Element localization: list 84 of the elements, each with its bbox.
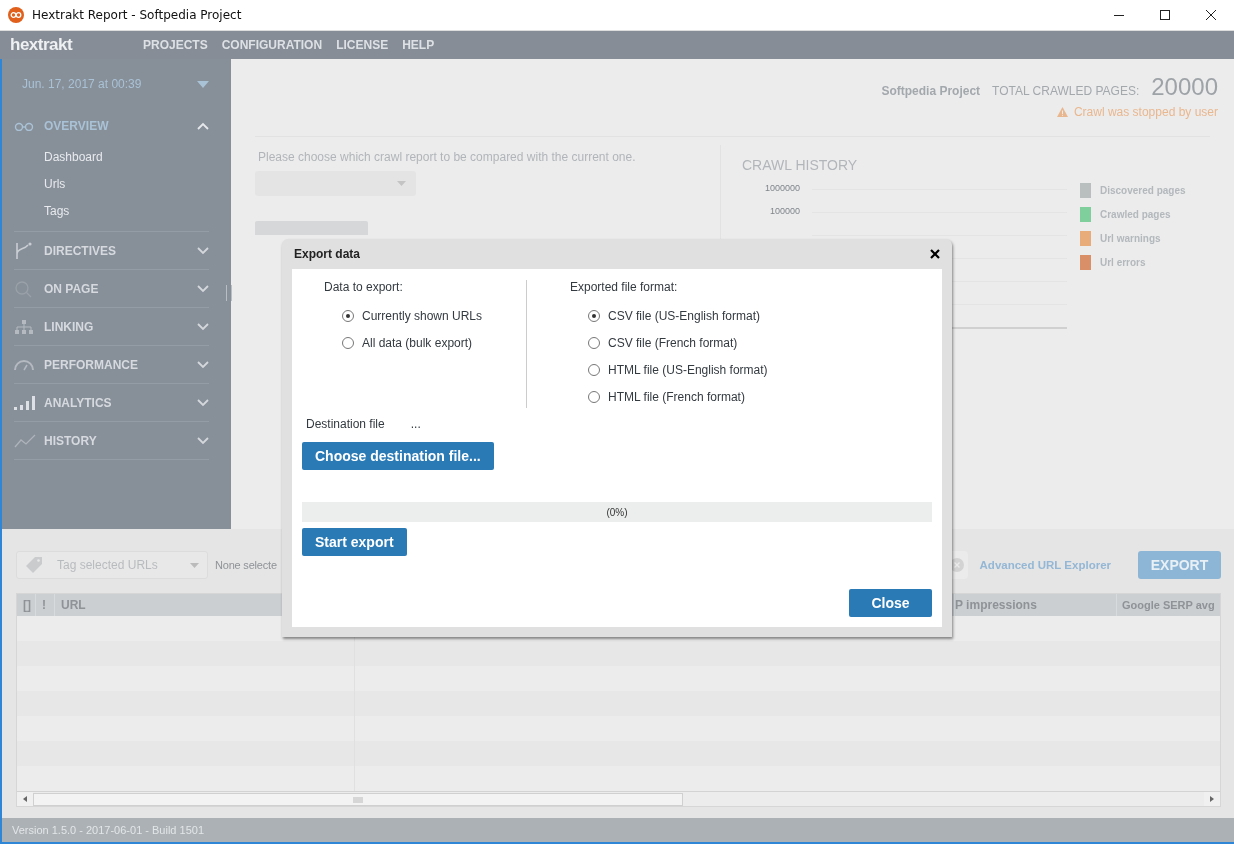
chart-title: CRAWL HISTORY (742, 157, 859, 173)
app-logo: hextrakt (10, 35, 74, 55)
radio-option[interactable]: All data (bulk export) (342, 329, 526, 356)
legend-label: Crawled pages (1100, 209, 1171, 220)
radio-button[interactable] (588, 309, 600, 322)
chevron-down-icon (197, 360, 209, 369)
app-logo-icon (8, 7, 24, 23)
selection-status: None selecte (215, 559, 277, 571)
chevron-down-icon (197, 398, 209, 407)
warning-message: Crawl was stopped by user (1073, 105, 1218, 119)
chevron-down-icon (197, 436, 209, 445)
scroll-left-icon[interactable] (17, 792, 33, 806)
sidebar-item[interactable]: Tags (44, 198, 70, 225)
glasses-icon (14, 120, 36, 131)
sidebar-section[interactable]: HISTORY (14, 422, 209, 459)
option-label: CSV file (French format) (608, 335, 738, 350)
legend-label: Url warnings (1100, 233, 1161, 244)
menu-item[interactable]: LICENSE (336, 38, 389, 52)
scroll-right-icon[interactable] (1204, 792, 1220, 806)
radio-button[interactable] (342, 336, 354, 349)
total-label: TOTAL CRAWLED PAGES: (992, 84, 1140, 98)
destination-label: Destination file (306, 417, 385, 431)
radio-option[interactable]: HTML file (US-English format) (588, 356, 768, 383)
legend-label: Discovered pages (1100, 185, 1186, 196)
export-button[interactable]: EXPORT (1138, 551, 1221, 579)
dropdown-caret-icon (190, 562, 199, 568)
sidebar-section[interactable]: OVERVIEW (14, 107, 209, 144)
radio-button[interactable] (588, 336, 600, 349)
chevron-down-icon (197, 246, 209, 255)
grip-icon (353, 796, 363, 803)
option-label: CSV file (US-English format) (608, 308, 761, 323)
gauge-icon (14, 358, 34, 371)
tag-icon (25, 556, 43, 574)
close-button[interactable]: Close (849, 589, 932, 617)
radio-button[interactable] (588, 363, 600, 376)
project-name: Softpedia Project (881, 84, 981, 98)
option-label: HTML file (French format) (608, 389, 745, 404)
advanced-explorer-link[interactable]: Advanced URL Explorer (979, 559, 1111, 571)
group-label: Exported file format: (570, 280, 679, 294)
option-label: All data (bulk export) (362, 335, 473, 350)
radio-option[interactable]: HTML file (French format) (588, 383, 768, 410)
sidebar-item[interactable]: Dashboard (44, 144, 103, 171)
crawl-date[interactable]: Jun. 17, 2017 at 00:39 (22, 77, 142, 91)
group-label: Data to export: (324, 280, 404, 294)
chevron-down-icon (197, 322, 209, 331)
radio-button[interactable] (342, 309, 354, 322)
horizontal-scrollbar[interactable] (17, 791, 1220, 806)
menu-item[interactable]: PROJECTS (143, 38, 208, 52)
option-label: Currently shown URLs (362, 308, 483, 323)
sidebar-section[interactable]: LINKING (14, 308, 209, 345)
branch-icon (14, 241, 34, 260)
chevron-up-icon (197, 121, 209, 130)
destination-path: ... (410, 417, 421, 431)
hierarchy-icon (14, 319, 34, 334)
radio-option[interactable]: CSV file (US-English format) (588, 302, 768, 329)
window-title: Hextrakt Report - Softpedia Project (32, 8, 242, 22)
column-header[interactable]: Google SERP avg (1117, 594, 1220, 617)
line-chart-icon (14, 433, 36, 448)
warning-icon (1056, 107, 1068, 117)
legend-label: Url errors (1100, 257, 1146, 268)
scroll-thumb[interactable] (33, 793, 683, 807)
dialog-title: Export data (294, 247, 360, 261)
progress-text: (0%) (606, 506, 628, 518)
radio-option[interactable]: CSV file (French format) (588, 329, 768, 356)
sidebar-section[interactable]: PERFORMANCE (14, 346, 209, 383)
radio-button[interactable] (588, 390, 600, 403)
close-icon[interactable] (930, 249, 940, 259)
sidebar-section[interactable]: DIRECTIVES (14, 232, 209, 269)
radio-option[interactable]: Currently shown URLs (342, 302, 526, 329)
chevron-down-icon (197, 284, 209, 293)
choose-file-button[interactable]: Choose destination file... (302, 442, 494, 470)
axis-label: 1000000 (763, 184, 801, 195)
signal-bars-icon (14, 395, 36, 410)
menu-item[interactable]: HELP (402, 38, 435, 52)
menu-item[interactable]: CONFIGURATION (221, 38, 323, 52)
axis-label: 100000 (768, 207, 801, 218)
dropdown-caret-icon (397, 181, 406, 186)
sidebar-section[interactable]: ON PAGE (14, 270, 209, 307)
option-label: HTML file (US-English format) (608, 362, 768, 377)
total-count: 20000 (1151, 73, 1218, 101)
sidebar-item[interactable]: Urls (44, 171, 66, 198)
start-export-button[interactable]: Start export (302, 528, 407, 556)
sidebar-section[interactable]: ANALYTICS (14, 384, 209, 421)
compare-prompt: Please choose which crawl report to be compared with the current one. (258, 150, 637, 164)
